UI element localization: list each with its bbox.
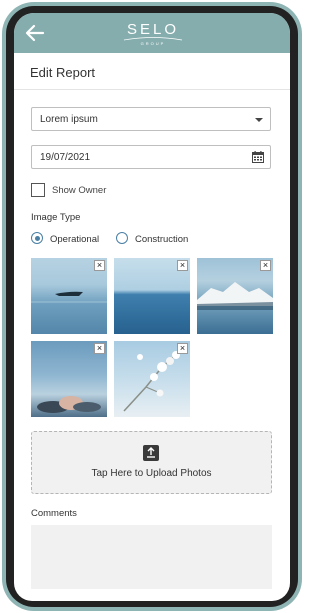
photo-thumbnail-sea[interactable]: × [114, 258, 190, 334]
page-title: Edit Report [30, 65, 96, 80]
comments-label: Comments [31, 508, 77, 519]
upload-photos-button[interactable]: Tap Here to Upload Photos [31, 431, 272, 494]
photo-thumbnail-blossom[interactable]: × [114, 341, 190, 417]
remove-photo-button[interactable]: × [260, 260, 271, 271]
remove-photo-button[interactable]: × [94, 343, 105, 354]
app-screen: SELO GROUP Edit Report Lorem ipsum 19/07… [14, 13, 290, 601]
photo-thumbnail-mountains[interactable]: × [197, 258, 273, 334]
selo-group-logo: SELO GROUP [118, 22, 188, 48]
remove-photo-button[interactable]: × [177, 343, 188, 354]
radio-operational-label: Operational [50, 234, 100, 245]
remove-photo-button[interactable]: × [94, 260, 105, 271]
upload-arrow [147, 447, 155, 458]
photo-thumbnail-sunset[interactable]: × [31, 341, 107, 417]
show-owner-checkbox[interactable] [31, 183, 45, 197]
image-type-label: Image Type [31, 212, 81, 223]
radio-construction-label: Construction [135, 234, 189, 245]
show-owner-label: Show Owner [52, 185, 107, 196]
radio-construction[interactable] [116, 232, 128, 244]
comments-input[interactable] [31, 525, 272, 589]
photo-thumbnail-boat[interactable]: × [31, 258, 107, 334]
logo-text: SELO [126, 21, 180, 38]
chevron-down-icon [255, 118, 263, 122]
logo-swoosh [123, 37, 183, 41]
upload-icon [143, 445, 159, 461]
top-app-bar: SELO GROUP [14, 13, 290, 53]
page-header: Edit Report [14, 53, 290, 90]
calendar-icon[interactable] [252, 151, 264, 163]
upload-label: Tap Here to Upload Photos [91, 468, 212, 479]
back-button[interactable] [24, 22, 46, 44]
date-field[interactable]: 19/07/2021 [31, 145, 271, 169]
remove-photo-button[interactable]: × [177, 260, 188, 271]
report-dropdown[interactable]: Lorem ipsum [31, 107, 271, 131]
radio-selected-dot [34, 235, 40, 241]
radio-operational[interactable] [31, 232, 43, 244]
dropdown-value: Lorem ipsum [40, 114, 98, 125]
arrow-left-icon [25, 24, 45, 42]
date-value: 19/07/2021 [40, 152, 91, 163]
